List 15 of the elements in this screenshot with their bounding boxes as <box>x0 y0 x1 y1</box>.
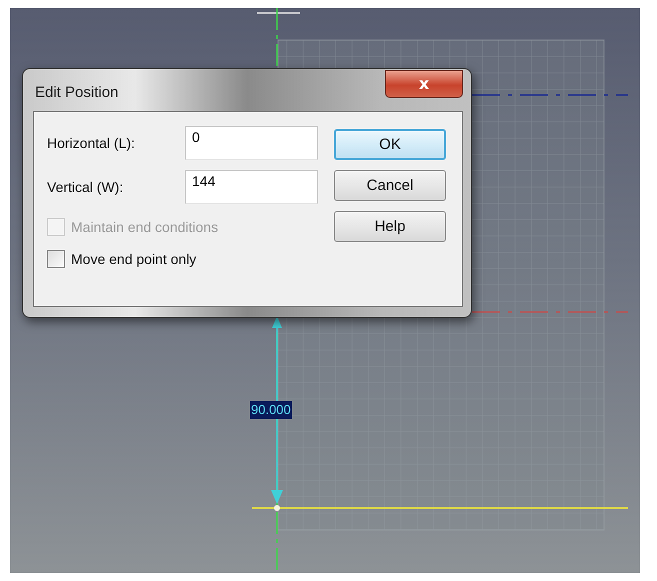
close-button[interactable]: x <box>385 70 463 98</box>
checkbox[interactable] <box>47 250 65 268</box>
checkbox-label: Maintain end conditions <box>71 219 218 235</box>
dialog-button[interactable]: Help <box>334 211 446 242</box>
field-label: Horizontal (L): <box>47 135 136 151</box>
crosshair-tick <box>257 12 300 14</box>
input-field[interactable]: 0 <box>185 126 318 160</box>
window-title: Edit Position <box>35 84 118 101</box>
dimension-label: 90.000 <box>250 401 292 419</box>
field-label: Vertical (W): <box>47 179 124 195</box>
input-field[interactable]: 144 <box>185 170 318 204</box>
dialog-button[interactable]: Cancel <box>334 170 446 201</box>
checkbox-label: Move end point only <box>71 251 196 267</box>
dialog-button[interactable]: OK <box>334 129 446 160</box>
end-point <box>274 505 280 511</box>
